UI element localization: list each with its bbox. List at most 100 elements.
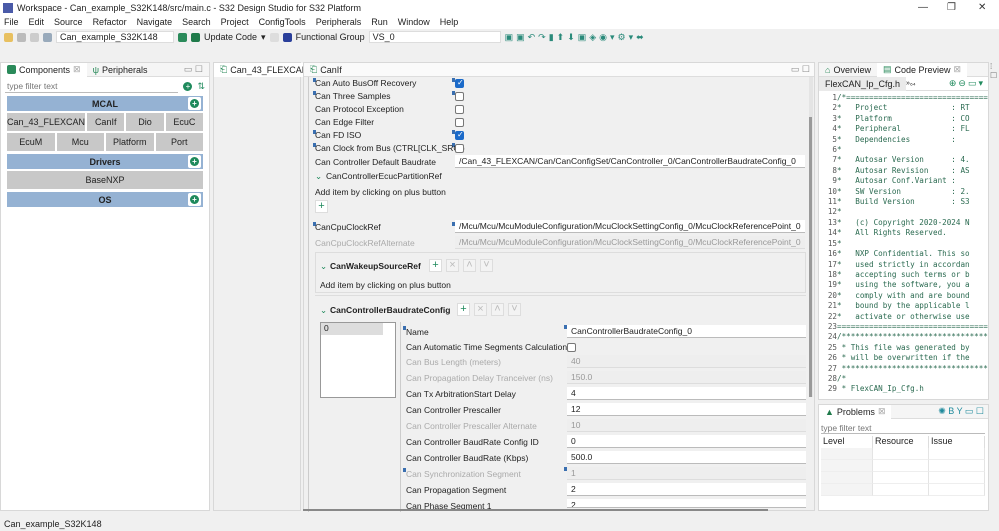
close-icon[interactable]: ⊠ <box>73 64 81 75</box>
update-code-button[interactable]: Update Code <box>204 32 257 42</box>
checkbox[interactable] <box>455 92 464 101</box>
checkbox[interactable] <box>455 105 464 114</box>
close-icon[interactable]: ⊠ <box>954 64 962 75</box>
expand-chevron-icon[interactable]: ⌄ <box>320 305 327 316</box>
baudrate-add-button[interactable]: + <box>457 303 470 316</box>
menu-run[interactable]: Run <box>371 17 388 27</box>
component-basenxp[interactable]: BaseNXP <box>7 171 203 189</box>
project-selector[interactable]: Can_example_S32K148 <box>56 31 174 43</box>
baudrate-config-list[interactable]: 0 <box>320 322 396 398</box>
baudrate-remove-button[interactable]: × <box>474 303 487 316</box>
expand-chevron-icon[interactable]: ⌄ <box>320 261 327 272</box>
sort-icon[interactable]: ⇅ <box>197 81 205 92</box>
tab-components[interactable]: Components ⊠ <box>1 62 87 77</box>
field-value[interactable]: 500.0 <box>567 451 806 464</box>
column-header-level[interactable]: Level <box>821 436 873 448</box>
menu-edit[interactable]: Edit <box>29 17 45 27</box>
menu-file[interactable]: File <box>4 17 19 27</box>
field-value[interactable]: 0 <box>567 435 806 448</box>
add-os-button[interactable]: + <box>188 193 201 206</box>
tab-file[interactable]: FlexCAN_Ip_Cfg.h <box>819 76 907 91</box>
list-item[interactable]: 0 <box>321 323 383 335</box>
add-drivers-button[interactable]: + <box>188 155 201 168</box>
menu-configtools[interactable]: ConfigTools <box>259 17 306 27</box>
default-baudrate-field[interactable]: /Can_43_FLEXCAN/Can/CanConfigSet/CanCont… <box>455 155 805 168</box>
menu-window[interactable]: Window <box>398 17 430 27</box>
close-button[interactable]: ✕ <box>978 2 986 13</box>
menu-peripherals[interactable]: Peripherals <box>316 17 362 27</box>
field-value[interactable]: 2 <box>567 483 806 496</box>
tab-overview[interactable]: ⌂ Overview <box>819 63 877 77</box>
menu-source[interactable]: Source <box>54 17 83 27</box>
horizontal-scrollbar[interactable] <box>303 509 768 511</box>
tab-can-43-flexcan[interactable]: ⎗ Can_43_FLEXCAN <box>214 62 315 77</box>
menu-help[interactable]: Help <box>440 17 459 27</box>
add-component-button[interactable]: + <box>181 80 195 93</box>
field-value[interactable]: 4 <box>567 387 806 400</box>
wakeup-add-button[interactable]: + <box>429 259 442 272</box>
update-code-dropdown-icon[interactable]: ▾ <box>261 32 266 43</box>
cpu-clock-ref-field[interactable]: /Mcu/Mcu/McuModuleConfiguration/McuClock… <box>455 220 805 233</box>
home-icon[interactable] <box>178 32 187 42</box>
maximize-button[interactable]: ❐ <box>947 2 956 13</box>
close-icon[interactable]: ⊠ <box>878 406 886 417</box>
toolbar-actions-icon[interactable]: ▣▣↶↷▮⬆⬇▣◈◉▾⚙▾⬌ <box>505 32 647 43</box>
tab-canif[interactable]: ⎗ CanIf <box>304 63 348 77</box>
add-partition-button[interactable]: + <box>315 200 328 213</box>
field-value[interactable]: 12 <box>567 403 806 416</box>
wakeup-move-up-button[interactable]: ˄ <box>463 259 476 272</box>
new-icon[interactable] <box>4 32 13 42</box>
tab-code-preview[interactable]: ▤ Code Preview ⊠ <box>876 62 968 77</box>
checkbox[interactable] <box>455 144 464 153</box>
tab-problems[interactable]: ▲ Problems ⊠ <box>819 404 892 419</box>
checkbox[interactable] <box>455 130 464 140</box>
save-all-icon[interactable] <box>30 32 39 42</box>
tab-peripherals[interactable]: ψ Peripherals <box>87 63 154 77</box>
column-header-resource[interactable]: Resource <box>873 436 929 448</box>
field-checkbox[interactable] <box>567 343 576 352</box>
menu-search[interactable]: Search <box>182 17 211 27</box>
menu-navigate[interactable]: Navigate <box>137 17 173 27</box>
warning-icon[interactable] <box>191 32 200 42</box>
component-mcu[interactable]: Mcu <box>56 133 104 151</box>
print-icon[interactable] <box>43 32 52 42</box>
field-value[interactable]: 2 <box>567 499 806 508</box>
add-mcal-button[interactable]: + <box>188 97 201 110</box>
functional-group-select[interactable]: VS_0 <box>368 31 501 43</box>
expand-chevron-icon[interactable]: ⌄ <box>315 171 322 182</box>
column-header-issue[interactable]: Issue <box>929 436 985 448</box>
problems-filter-input[interactable] <box>821 422 985 434</box>
code-view[interactable]: 1/*================================== 2* … <box>819 91 988 397</box>
menu-refactor[interactable]: Refactor <box>93 17 127 27</box>
component-platform[interactable]: Platform <box>106 133 154 151</box>
field-value[interactable]: CanControllerBaudrateConfig_0 <box>567 325 806 338</box>
baudrate-move-up-button[interactable]: ˄ <box>491 303 504 316</box>
menu-project[interactable]: Project <box>221 17 249 27</box>
zoom-tools-icon[interactable]: ⊕⊖▭▾ <box>949 78 985 89</box>
wakeup-move-down-button[interactable]: ˅ <box>480 259 493 272</box>
minimize-maximize-icons[interactable]: ▭ ☐ <box>184 64 203 75</box>
component-port[interactable]: Port <box>155 133 203 151</box>
baudrate-move-down-button[interactable]: ˅ <box>508 303 521 316</box>
table-cell <box>929 472 985 484</box>
side-toolbar[interactable]: ⁞ ☐ <box>990 62 999 92</box>
field-label: Can Synchronization Segment <box>406 469 521 479</box>
save-icon[interactable] <box>17 32 26 42</box>
component-can_43_flexcan[interactable]: Can_43_FLEXCAN <box>7 113 86 131</box>
vertical-scrollbar[interactable] <box>809 77 813 397</box>
diff-icon[interactable] <box>269 32 279 42</box>
problems-tools-icon[interactable]: ✺ B Y ▭ ☐ <box>938 406 984 417</box>
component-dio[interactable]: Dio <box>126 113 164 131</box>
minimize-button[interactable]: — <box>918 2 928 13</box>
component-canif[interactable]: CanIf <box>87 113 125 131</box>
component-filter-input[interactable] <box>5 80 179 93</box>
line-number: 2 <box>832 103 837 113</box>
minimize-maximize-icons[interactable]: ▭ ☐ <box>791 64 810 75</box>
more-tabs-button[interactable]: »₆₄ <box>906 80 916 87</box>
component-ecuc[interactable]: EcuC <box>165 113 203 131</box>
checkbox[interactable] <box>455 118 464 127</box>
component-ecum[interactable]: EcuM <box>7 133 55 151</box>
checkbox[interactable] <box>455 78 464 88</box>
field-value: 40 <box>567 355 806 368</box>
wakeup-remove-button[interactable]: × <box>446 259 459 272</box>
